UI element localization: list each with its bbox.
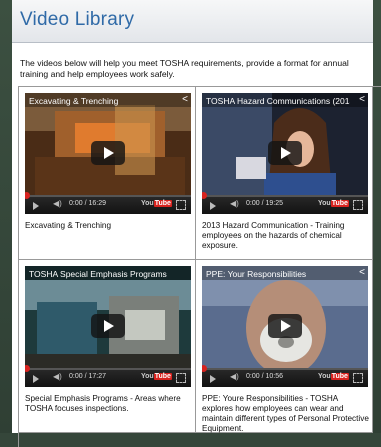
video-cell-3: TOSHA Special Emphasis Programs ◀) 0:00 … [19,260,196,433]
fullscreen-icon[interactable] [176,200,186,210]
video-player-1[interactable]: Excavating & Trenching < ◀) 0:00 / 16:29… [25,93,191,214]
share-icon[interactable]: < [359,267,365,278]
player-controls-4: ◀) 0:00 / 10:56 YouTube [202,365,368,387]
fullscreen-icon[interactable] [353,200,363,210]
video-cell-2: TOSHA Hazard Communications (2013 < ◀) 0… [196,87,373,260]
share-icon[interactable]: < [182,94,188,105]
play-icon[interactable] [91,314,125,338]
video-caption-1: Excavating & Trenching [25,221,112,230]
video-time-3: 0:00 / 17:27 [69,373,106,380]
play-icon[interactable] [268,314,302,338]
youtube-logo[interactable]: YouTube [141,200,172,207]
progress-handle[interactable] [202,365,207,372]
progress-bar-3[interactable] [25,365,191,372]
volume-icon[interactable]: ◀) [230,372,239,381]
video-caption-2: 2013 Hazard Communication - Training emp… [202,221,345,250]
video-cell-1: Excavating & Trenching < ◀) 0:00 / 16:29… [19,87,196,260]
video-player-2[interactable]: TOSHA Hazard Communications (2013 < ◀) 0… [202,93,368,214]
video-player-4[interactable]: PPE: Your Responsibilities < ◀) 0:00 / 1… [202,266,368,387]
share-icon[interactable]: < [359,94,365,105]
video-time-2: 0:00 / 19:25 [246,200,283,207]
player-controls-3: ◀) 0:00 / 17:27 YouTube [25,365,191,387]
play-icon[interactable] [268,141,302,165]
page-header: Video Library [12,0,373,43]
progress-bar-2[interactable] [202,192,368,199]
youtube-logo[interactable]: YouTube [141,373,172,380]
play-icon[interactable] [210,202,216,210]
volume-icon[interactable]: ◀) [53,199,62,208]
youtube-logo[interactable]: YouTube [318,373,349,380]
progress-bar-1[interactable] [25,192,191,199]
page-title: Video Library [20,9,135,30]
play-icon[interactable] [33,202,39,210]
volume-icon[interactable]: ◀) [53,372,62,381]
video-player-3[interactable]: TOSHA Special Emphasis Programs ◀) 0:00 … [25,266,191,387]
volume-icon[interactable]: ◀) [230,199,239,208]
progress-handle[interactable] [202,192,207,199]
video-title-3: TOSHA Special Emphasis Programs [29,269,167,279]
progress-handle[interactable] [25,192,30,199]
progress-bar-4[interactable] [202,365,368,372]
video-title-2: TOSHA Hazard Communications (2013 [206,96,350,106]
video-caption-3: Special Emphasis Programs - Areas where … [25,394,181,413]
video-time-1: 0:00 / 16:29 [69,200,106,207]
play-icon[interactable] [210,375,216,383]
video-title-4: PPE: Your Responsibilities [206,269,307,279]
player-controls-2: ◀) 0:00 / 19:25 YouTube [202,192,368,214]
intro-text: The videos below will help you meet TOSH… [20,58,349,79]
video-grid: Excavating & Trenching < ◀) 0:00 / 16:29… [18,86,381,447]
video-title-1: Excavating & Trenching [29,96,119,106]
fullscreen-icon[interactable] [353,373,363,383]
player-controls-1: ◀) 0:00 / 16:29 YouTube [25,192,191,214]
page-background-left [0,0,12,433]
video-time-4: 0:00 / 10:56 [246,373,283,380]
play-icon[interactable] [33,375,39,383]
video-caption-4: PPE: Youre Responsibilities - TOSHA expl… [202,394,369,433]
video-cell-4: PPE: Your Responsibilities < ◀) 0:00 / 1… [196,260,373,433]
progress-handle[interactable] [25,365,30,372]
fullscreen-icon[interactable] [176,373,186,383]
play-icon[interactable] [91,141,125,165]
youtube-logo[interactable]: YouTube [318,200,349,207]
